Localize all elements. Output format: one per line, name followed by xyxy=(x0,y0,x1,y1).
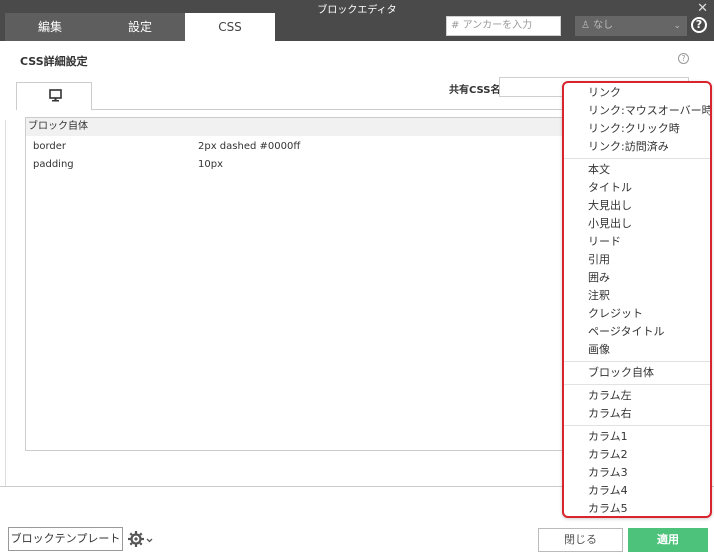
property-value: 10px xyxy=(198,159,223,170)
table-row[interactable]: border 2px dashed #0000ff xyxy=(26,138,573,156)
dropdown-item[interactable]: カラム左 xyxy=(588,387,632,405)
table-row[interactable]: padding 10px xyxy=(26,156,573,174)
dropdown-item[interactable]: クレジット xyxy=(588,305,643,323)
group-header: ブロック自体 xyxy=(26,118,573,136)
dropdown-item[interactable]: リンク:訪問済み xyxy=(588,138,669,156)
css-properties-panel: ブロック自体 border 2px dashed #0000ff padding… xyxy=(25,117,573,451)
dropdown-separator xyxy=(564,425,710,426)
dropdown-item[interactable]: カラム4 xyxy=(588,482,628,500)
dropdown-item[interactable]: リンク:マウスオーバー時 xyxy=(588,102,710,120)
help-icon[interactable]: ? xyxy=(691,17,707,33)
tab-css[interactable]: CSS xyxy=(185,13,275,41)
dropdown-item[interactable]: 大見出し xyxy=(588,197,632,215)
close-icon[interactable]: ✕ xyxy=(697,2,708,15)
anchor-placeholder: アンカーを入力 xyxy=(462,20,533,31)
gear-icon xyxy=(128,531,144,547)
property-name: padding xyxy=(33,159,74,170)
anchor-select[interactable]: ♙ なし ⌄ xyxy=(575,16,687,36)
dropdown-item[interactable]: カラム2 xyxy=(588,446,628,464)
dropdown-item[interactable]: タイトル xyxy=(588,179,632,197)
css-target-dropdown[interactable]: リンク リンク:マウスオーバー時 リンク:クリック時 リンク:訪問済み 本文 タ… xyxy=(562,81,712,518)
dropdown-item[interactable]: 囲み xyxy=(588,269,610,287)
property-name: border xyxy=(33,141,67,152)
gear-menu-button[interactable] xyxy=(127,529,155,549)
dropdown-item[interactable]: カラム5 xyxy=(588,500,628,516)
hash-prefix: # xyxy=(451,20,460,31)
dropdown-item[interactable]: リンク:クリック時 xyxy=(588,120,680,138)
dropdown-item[interactable]: 画像 xyxy=(588,341,610,359)
dropdown-item[interactable]: カラム3 xyxy=(588,464,628,482)
user-icon: ♙ xyxy=(581,20,590,31)
select-value: なし xyxy=(593,20,614,31)
dropdown-item[interactable]: カラム右 xyxy=(588,405,632,423)
anchor-input[interactable]: # アンカーを入力 xyxy=(446,16,561,36)
desktop-icon xyxy=(49,89,62,102)
dropdown-separator xyxy=(564,384,710,385)
dropdown-item[interactable]: ページタイトル xyxy=(588,323,665,341)
tab-settings[interactable]: 設定 xyxy=(95,13,185,41)
help-icon[interactable]: ? xyxy=(678,53,689,64)
dropdown-separator xyxy=(564,158,710,159)
dropdown-item[interactable]: ブロック自体 xyxy=(588,364,654,382)
chevron-down-icon: ⌄ xyxy=(673,21,681,31)
dropdown-item[interactable]: リード xyxy=(588,233,621,251)
shared-css-label: 共有CSS名 xyxy=(449,85,501,96)
tab-divider xyxy=(92,109,566,110)
dropdown-separator xyxy=(564,361,710,362)
chevron-down-icon xyxy=(146,538,153,543)
dropdown-item[interactable]: カラム1 xyxy=(588,428,628,446)
dropdown-item[interactable]: 引用 xyxy=(588,251,610,269)
dropdown-item[interactable]: リンク xyxy=(588,84,621,102)
page-title: CSS詳細設定 xyxy=(20,55,88,68)
dropdown-item[interactable]: 小見出し xyxy=(588,215,632,233)
divider xyxy=(5,120,6,486)
dropdown-item[interactable]: 注釈 xyxy=(588,287,610,305)
tab-desktop[interactable] xyxy=(16,82,92,110)
dropdown-item[interactable]: 本文 xyxy=(588,161,610,179)
close-button[interactable]: 閉じる xyxy=(538,528,623,552)
property-value: 2px dashed #0000ff xyxy=(198,141,301,152)
tab-edit[interactable]: 編集 xyxy=(5,13,95,41)
apply-button[interactable]: 適用 xyxy=(628,528,708,552)
block-template-button[interactable]: ブロックテンプレート xyxy=(8,527,123,551)
